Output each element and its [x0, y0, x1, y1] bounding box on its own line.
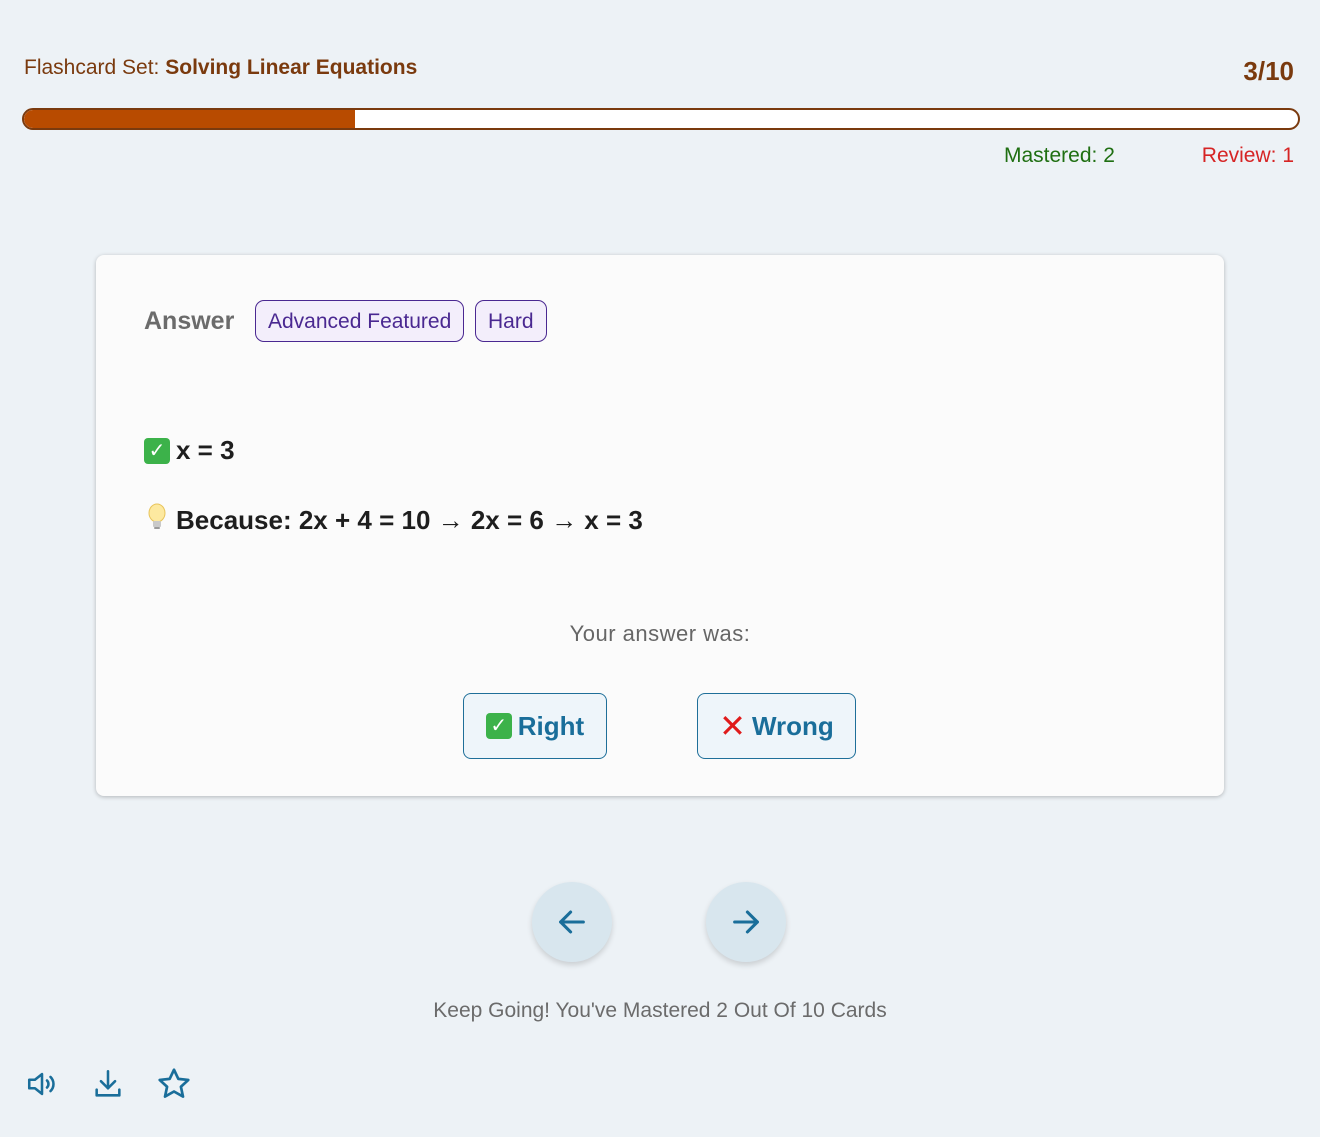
set-title-prefix: Flashcard Set:: [24, 56, 166, 79]
next-card-button[interactable]: [706, 882, 786, 962]
arrow-right-icon: [733, 910, 759, 934]
previous-card-button[interactable]: [532, 882, 612, 962]
arrow-left-icon: [559, 910, 585, 934]
tag-hard[interactable]: Hard: [475, 300, 547, 342]
progress-message: Keep Going! You've Mastered 2 Out Of 10 …: [433, 999, 887, 1022]
explanation-text: Because: 2x + 4 = 10 → 2x = 6 → x = 3: [176, 505, 643, 535]
download-icon: [95, 1069, 121, 1097]
explanation-line: Because: 2x + 4 = 10 → 2x = 6 → x = 3: [144, 503, 643, 538]
review-count: Review: 1: [1201, 144, 1294, 167]
wrong-button-label: Wrong: [751, 710, 834, 741]
flashcard: Answer Advanced Featured Hard ✓ x = 3 Be…: [96, 255, 1224, 796]
progress-bar: [22, 108, 1300, 130]
check-mark-icon: ✓: [485, 713, 512, 739]
card-counter: 3/10: [1243, 56, 1294, 86]
right-button[interactable]: ✓ Right: [463, 693, 607, 759]
mastered-count: Mastered: 2: [1004, 144, 1115, 167]
right-button-label: Right: [517, 710, 585, 741]
check-mark-icon: ✓: [144, 437, 170, 464]
tag-advanced-featured[interactable]: Advanced Featured: [255, 300, 465, 342]
card-side-label: Answer: [144, 307, 235, 335]
progress-fill: [24, 110, 356, 128]
set-name: Solving Linear Equations: [165, 56, 418, 79]
favorite-button[interactable]: [156, 1066, 192, 1102]
answer-text: x = 3: [176, 435, 235, 465]
flashcard-set-title: Flashcard Set: Solving Linear Equations: [24, 56, 417, 80]
audio-button[interactable]: [24, 1066, 60, 1102]
answer-line: ✓ x = 3: [144, 435, 235, 466]
download-button[interactable]: [90, 1066, 126, 1102]
lightbulb-icon: [144, 503, 170, 538]
answer-prompt: Your answer was:: [569, 621, 751, 646]
cross-mark-icon: ✕: [719, 708, 746, 744]
header: Flashcard Set: Solving Linear Equations …: [24, 52, 1296, 92]
speaker-icon: [27, 1072, 55, 1096]
wrong-button[interactable]: ✕ Wrong: [697, 693, 856, 759]
star-icon: [158, 1068, 190, 1098]
